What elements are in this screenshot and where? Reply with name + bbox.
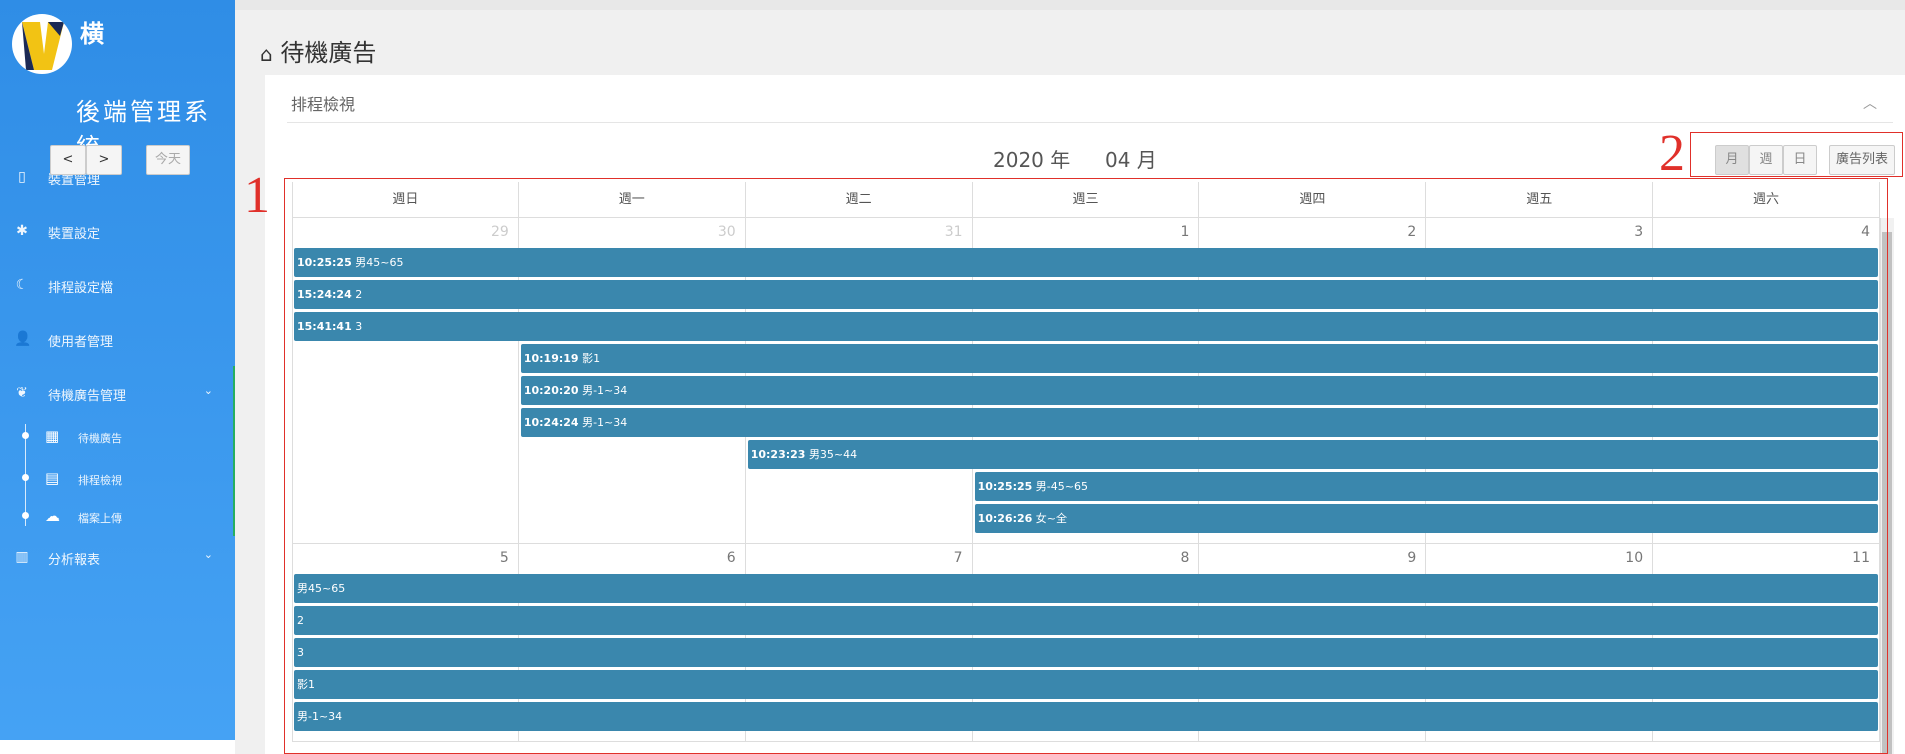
bar-chart-icon: ▥ — [15, 549, 29, 565]
bullet-dot — [22, 432, 29, 439]
menu-item-standby-ad-management[interactable]: ❦ 待機廣告管理 ⌄ — [0, 370, 235, 414]
bullet-dot — [22, 512, 29, 519]
film-icon: ▦ — [45, 427, 60, 445]
cloud-upload-icon: ☁ — [45, 507, 60, 525]
panel-divider — [287, 122, 1893, 123]
bullet-dot — [22, 474, 29, 481]
submenu-label: 待機廣告 — [78, 432, 122, 445]
menu-label: 待機廣告管理 — [48, 389, 127, 404]
page-title: ⌂ 待機廣告 — [260, 33, 376, 68]
calendar-icon: ▤ — [45, 469, 60, 487]
menu-item-user-management[interactable]: 👤 使用者管理 — [0, 316, 235, 360]
chevron-down-icon: ⌄ — [203, 548, 213, 561]
home-icon: ⌂ — [260, 42, 273, 66]
calendar-month: 04 月 — [1105, 148, 1157, 172]
annotation-box-calendar — [284, 178, 1888, 754]
next-button[interactable]: > — [86, 145, 122, 175]
submenu-item-file-upload[interactable]: ☁ 檔案上傳 — [0, 501, 235, 533]
app-window: 横 後端管理系統 ▯ 裝置管理 ✱ 裝置設定 ☾ 排程設定檔 👤 使用者管理 ❦… — [0, 0, 1905, 754]
annotation-number: 2 — [1659, 125, 1685, 182]
moon-icon: ☾ — [15, 277, 29, 293]
submenu-item-standby-ad[interactable]: ▦ 待機廣告 — [0, 421, 235, 453]
menu-label: 排程設定檔 — [48, 281, 114, 296]
menu-item-device-settings[interactable]: ✱ 裝置設定 — [0, 208, 235, 252]
submenu-label: 排程檢視 — [78, 474, 122, 487]
sidebar: 横 後端管理系統 ▯ 裝置管理 ✱ 裝置設定 ☾ 排程設定檔 👤 使用者管理 ❦… — [0, 0, 236, 740]
page-title-text: 待機廣告 — [280, 39, 377, 67]
annotation-box-view-buttons — [1690, 132, 1903, 177]
calendar-year: 2020 年 — [993, 148, 1071, 172]
tablet-icon: ▯ — [18, 169, 26, 185]
chevron-up-icon[interactable]: ︿ — [1863, 93, 1877, 113]
menu-label: 裝置設定 — [48, 227, 101, 242]
submenu-label: 檔案上傳 — [78, 512, 122, 525]
submenu-item-schedule-view[interactable]: ▤ 排程檢視 — [0, 463, 235, 495]
panel-title: 排程檢視 — [291, 95, 356, 114]
menu-label: 分析報表 — [48, 553, 101, 568]
menu-item-analytics-report[interactable]: ▥ 分析報表 ⌄ — [0, 534, 235, 578]
annotation-number: 1 — [244, 167, 270, 224]
gear-icon: ✱ — [16, 223, 28, 239]
user-icon: 👤 — [14, 331, 32, 347]
leaf-icon: ❦ — [16, 385, 28, 401]
brand-name: 横 — [80, 20, 104, 48]
today-button[interactable]: 今天 — [146, 145, 190, 175]
chevron-down-icon: ⌄ — [203, 384, 213, 397]
top-bar — [235, 0, 1905, 10]
prev-button[interactable]: < — [50, 145, 86, 175]
menu-item-schedule-config[interactable]: ☾ 排程設定檔 — [0, 262, 235, 306]
menu-label: 使用者管理 — [48, 335, 114, 350]
brand-logo — [12, 14, 72, 74]
